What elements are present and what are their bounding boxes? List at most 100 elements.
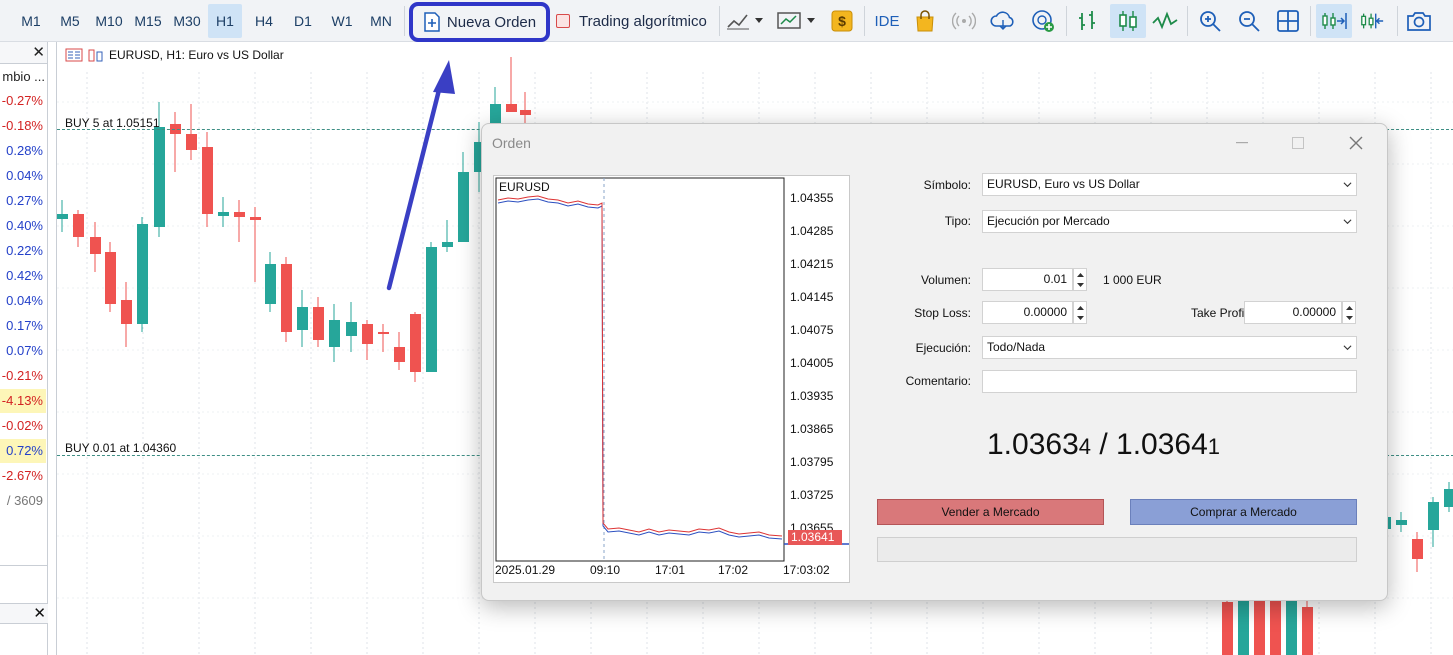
candlestick xyxy=(218,197,229,227)
timeframe-h1[interactable]: H1 xyxy=(208,4,242,38)
timeframe-w1[interactable]: W1 xyxy=(324,4,360,38)
timeframe-m5[interactable]: M5 xyxy=(52,4,88,38)
execution-label: Ejecución: xyxy=(915,341,971,355)
line-chart-icon[interactable] xyxy=(725,8,751,34)
stepper-up-icon[interactable] xyxy=(1074,302,1086,313)
close-icon[interactable]: ✕ xyxy=(32,43,45,61)
one-click-trading-icon[interactable] xyxy=(65,48,83,62)
candlestick-chart-icon[interactable] xyxy=(1110,4,1146,38)
candlestick xyxy=(506,57,517,112)
stepper-up-icon[interactable] xyxy=(1074,269,1086,280)
stepper-up-icon[interactable] xyxy=(1343,302,1355,313)
market-watch-row-change[interactable]: 0.27% xyxy=(0,189,46,213)
timeframe-m30[interactable]: M30 xyxy=(167,4,207,38)
timeframe-m1[interactable]: M1 xyxy=(13,4,49,38)
takeprofit-stepper[interactable] xyxy=(1342,301,1356,324)
dollar-icon[interactable]: $ xyxy=(829,8,855,34)
candlestick xyxy=(265,252,276,312)
panel-divider xyxy=(0,565,48,566)
algo-trading-button[interactable]: Trading algorítmico xyxy=(556,4,707,38)
market-watch-row-change[interactable]: 0.22% xyxy=(0,239,46,263)
line-chart-type-icon[interactable] xyxy=(1152,8,1178,34)
bar-chart-icon[interactable] xyxy=(1074,8,1100,34)
market-watch-row-change[interactable]: 0.04% xyxy=(0,289,46,313)
zoom-in-icon[interactable] xyxy=(1197,8,1223,34)
bid-price-small-digit: 4 xyxy=(1078,434,1092,459)
timeframe-m15[interactable]: M15 xyxy=(129,4,167,38)
market-watch-row-change[interactable]: -0.18% xyxy=(0,114,46,138)
tick-chart-frame xyxy=(495,177,785,562)
candlestick xyxy=(410,312,421,382)
candlestick xyxy=(520,92,531,127)
chart-shift-icon[interactable] xyxy=(1359,8,1385,34)
current-price-tag: 1.03641 xyxy=(788,530,842,545)
market-watch-row-change[interactable]: 0.04% xyxy=(0,164,46,188)
price-tick-label: 1.03865 xyxy=(790,422,834,436)
zoom-out-icon[interactable] xyxy=(1236,8,1262,34)
cloud-icon[interactable] xyxy=(990,8,1016,34)
new-order-button[interactable]: Nueva Orden xyxy=(409,2,550,42)
timeframe-d1[interactable]: D1 xyxy=(285,4,321,38)
maximize-icon[interactable] xyxy=(1283,130,1313,156)
price-tick-label: 1.03725 xyxy=(790,488,834,502)
market-watch-row-change[interactable]: 0.72% xyxy=(0,439,46,463)
vps-icon[interactable] xyxy=(1030,8,1056,34)
price-tick-label: 1.04145 xyxy=(790,290,834,304)
signals-icon[interactable] xyxy=(951,8,977,34)
close-icon[interactable]: ✕ xyxy=(33,604,46,622)
stoploss-stepper[interactable] xyxy=(1073,301,1087,324)
volume-input[interactable]: 0.01 xyxy=(982,268,1073,291)
autoscroll-icon[interactable] xyxy=(1316,4,1352,38)
chevron-down-icon[interactable] xyxy=(803,8,819,34)
market-watch-row-change[interactable]: 0.17% xyxy=(0,314,46,338)
bid-price-line xyxy=(497,198,783,540)
close-icon[interactable] xyxy=(1341,130,1371,156)
market-watch-row-change[interactable]: -0.27% xyxy=(0,89,46,113)
stepper-down-icon[interactable] xyxy=(1074,280,1086,291)
stepper-down-icon[interactable] xyxy=(1074,313,1086,324)
candlestick xyxy=(394,332,405,370)
depth-of-market-icon[interactable] xyxy=(88,48,104,62)
symbol-select[interactable]: EURUSD, Euro vs US Dollar xyxy=(982,173,1357,196)
timeframe-m10[interactable]: M10 xyxy=(89,4,129,38)
candlestick xyxy=(1222,597,1233,655)
stoploss-input[interactable]: 0.00000 xyxy=(982,301,1073,324)
market-watch-row-change[interactable]: 0.28% xyxy=(0,139,46,163)
type-select[interactable]: Ejecución por Mercado xyxy=(982,210,1357,233)
market-watch-row-change[interactable]: / 3609 xyxy=(0,489,46,513)
stepper-down-icon[interactable] xyxy=(1343,313,1355,324)
toolbar-separator xyxy=(1066,6,1067,36)
column-header-change[interactable]: mbio ... xyxy=(0,64,48,89)
execution-select[interactable]: Todo/Nada xyxy=(982,336,1357,359)
volume-label: Volumen: xyxy=(920,273,971,287)
toolbar-separator xyxy=(1397,6,1398,36)
comment-input[interactable] xyxy=(982,370,1357,393)
market-watch-row-change[interactable]: 0.07% xyxy=(0,339,46,363)
volume-stepper[interactable] xyxy=(1073,268,1087,291)
market-watch-row-change[interactable]: 0.40% xyxy=(0,214,46,238)
algo-trading-icon xyxy=(556,14,570,28)
ide-icon[interactable]: IDE xyxy=(872,8,902,34)
candlestick xyxy=(1428,497,1439,547)
market-watch-row-change[interactable]: -4.13% xyxy=(0,389,46,413)
screenshot-icon[interactable] xyxy=(1406,8,1432,34)
minimize-icon[interactable] xyxy=(1227,130,1257,156)
tick-chart-symbol: EURUSD xyxy=(499,180,550,194)
grid-tile-icon[interactable] xyxy=(1275,8,1301,34)
market-watch-row-change[interactable]: 0.42% xyxy=(0,264,46,288)
market-watch-row-change[interactable]: -2.67% xyxy=(0,464,46,488)
comment-label: Comentario: xyxy=(905,374,971,388)
chart-template-icon[interactable] xyxy=(776,8,802,34)
ide-label: IDE xyxy=(874,12,900,30)
timeframe-h4[interactable]: H4 xyxy=(246,4,282,38)
chevron-down-icon[interactable] xyxy=(751,8,767,34)
market-watch-row-change[interactable]: -0.21% xyxy=(0,364,46,388)
toolbar-separator xyxy=(404,6,405,36)
timeframe-mn[interactable]: MN xyxy=(363,4,399,38)
sell-market-button[interactable]: Vender a Mercado xyxy=(877,499,1104,525)
algo-trading-label: Trading algorítmico xyxy=(579,12,707,30)
market-bag-icon[interactable] xyxy=(912,8,938,34)
market-watch-row-change[interactable]: -0.02% xyxy=(0,414,46,438)
takeprofit-input[interactable]: 0.00000 xyxy=(1244,301,1342,324)
buy-market-button[interactable]: Comprar a Mercado xyxy=(1130,499,1357,525)
